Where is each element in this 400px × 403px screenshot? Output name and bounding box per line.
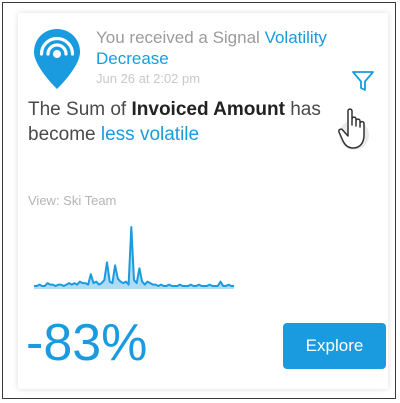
volatility-sparkline xyxy=(34,226,234,289)
headline-part1: The Sum of xyxy=(28,99,132,120)
notification-text-line2: Decrease xyxy=(96,48,169,69)
change-percent: -83% xyxy=(26,314,148,372)
notification-prefix: You received a Signal xyxy=(96,28,260,47)
headline-change: less volatile xyxy=(100,124,200,145)
hand-pointer-cursor xyxy=(338,108,369,150)
signal-headline: The Sum of Invoiced Amount has become le… xyxy=(28,97,363,147)
signal-type-part1: Volatility xyxy=(264,28,327,47)
explore-button[interactable]: Explore xyxy=(283,323,386,369)
sparkline-line xyxy=(34,226,234,287)
funnel-filter-icon[interactable] xyxy=(351,69,375,93)
signal-type-part2: Decrease xyxy=(96,49,169,68)
headline-measure: Invoiced Amount xyxy=(131,99,285,120)
screenshot-frame: You received a Signal Volatility Decreas… xyxy=(2,2,396,399)
notification-text: You received a Signal Volatility xyxy=(96,27,327,48)
signal-card[interactable]: You received a Signal Volatility Decreas… xyxy=(18,13,388,389)
location-pin-signal-icon xyxy=(34,29,80,89)
view-label: View: Ski Team xyxy=(28,193,117,208)
notification-timestamp: Jun 26 at 2:02 pm xyxy=(96,71,201,86)
